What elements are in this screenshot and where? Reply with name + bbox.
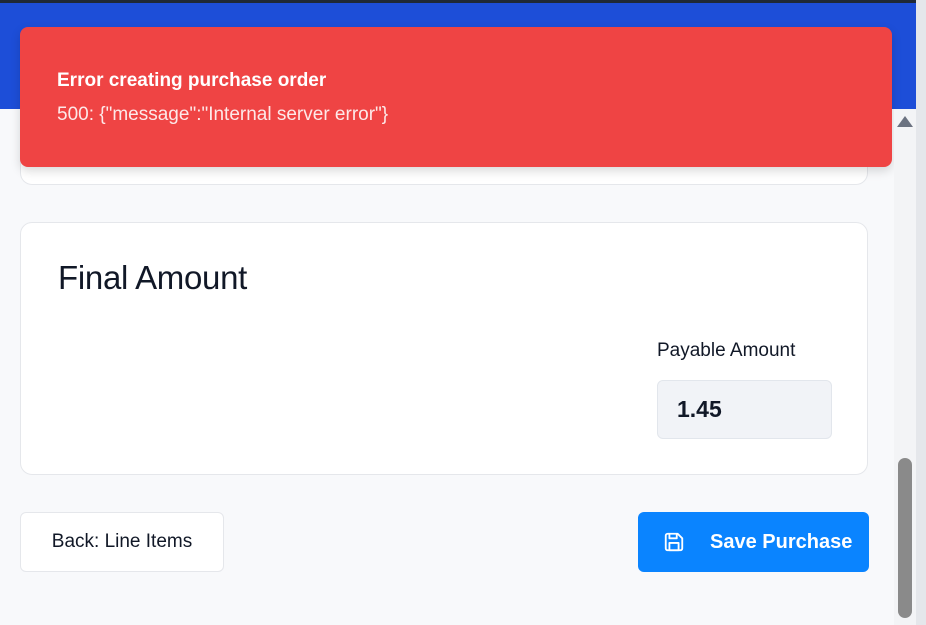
final-amount-card: Final Amount Payable Amount 1.45 [20, 222, 868, 475]
payable-amount-field: 1.45 [657, 380, 832, 439]
final-amount-heading: Final Amount [58, 259, 248, 296]
back-button-label: Back: Line Items [51, 531, 193, 552]
save-icon [663, 531, 685, 553]
scrollbar-thumb[interactable] [898, 458, 912, 618]
scroll-up-arrow-icon[interactable] [897, 116, 913, 127]
save-button-label: Save Purchase [710, 530, 853, 553]
error-toast[interactable]: Error creating purchase order 500: {"mes… [20, 27, 892, 167]
window-right-edge [916, 0, 926, 625]
error-toast-title: Error creating purchase order [57, 70, 327, 91]
error-toast-message: 500: {"message":"Internal server error"} [57, 104, 389, 125]
save-purchase-button[interactable]: Save Purchase [638, 512, 869, 572]
payable-amount-label: Payable Amount [657, 340, 796, 361]
back-line-items-button[interactable]: Back: Line Items [20, 512, 224, 572]
